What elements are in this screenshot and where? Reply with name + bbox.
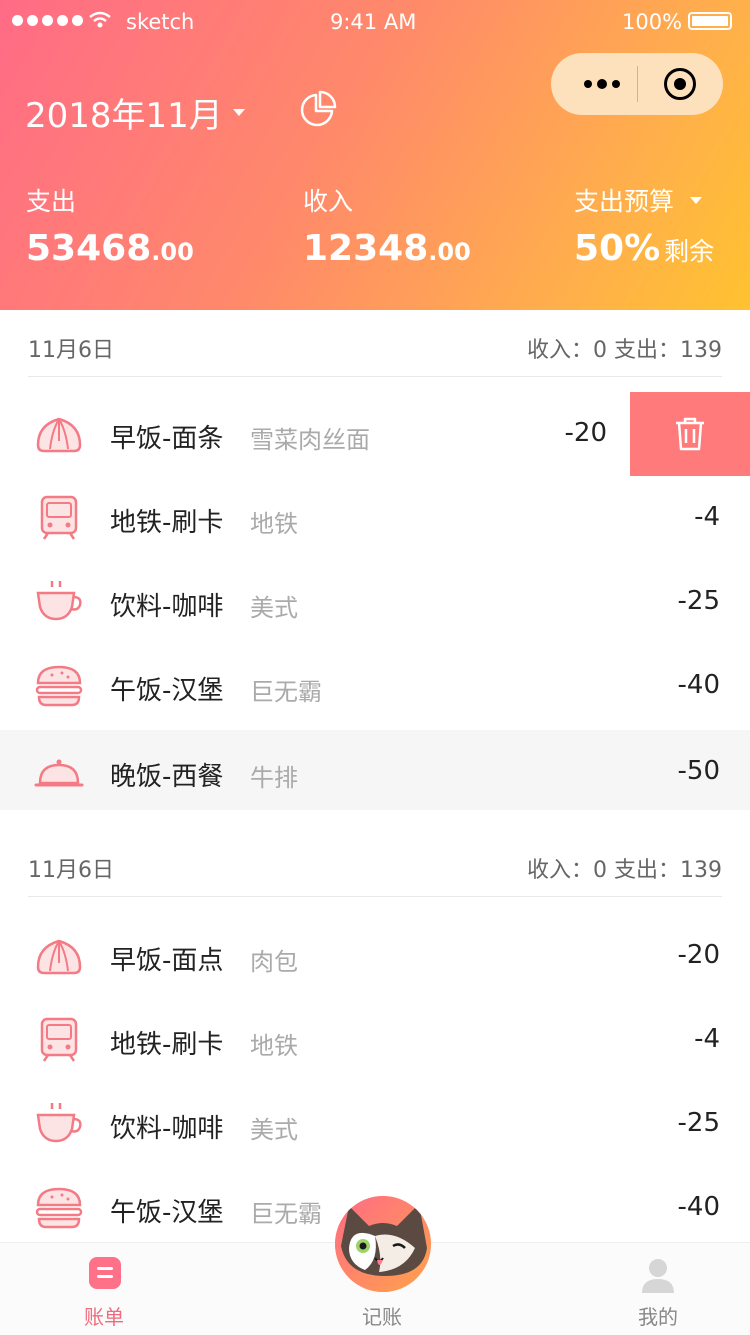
transaction-row[interactable]: 地铁-刷卡 地铁 -4: [0, 476, 750, 560]
transaction-amount: -25: [677, 586, 720, 616]
transaction-amount: -40: [677, 1192, 720, 1222]
transaction-note: 美式: [250, 594, 298, 622]
user-icon: [642, 1259, 674, 1293]
transaction-title: 晚饭-西餐: [110, 762, 224, 792]
transaction-row[interactable]: 饮料-咖啡 美式 -25: [0, 560, 750, 644]
coffee-icon: [36, 581, 82, 621]
more-icon[interactable]: [577, 74, 627, 94]
transaction-row[interactable]: 晚饭-西餐 牛排 -50: [0, 730, 750, 810]
transaction-note: 美式: [250, 1116, 298, 1144]
bun-icon: [36, 417, 82, 453]
tab-label: 记账: [362, 1305, 402, 1329]
bill-icon: [89, 1257, 121, 1289]
chevron-down-icon: [690, 196, 703, 204]
capsule-divider: [637, 66, 638, 102]
delete-button[interactable]: [630, 392, 750, 476]
transaction-title: 地铁-刷卡: [110, 1030, 224, 1060]
burger-icon: [35, 665, 83, 707]
transaction-title: 饮料-咖啡: [110, 1114, 224, 1144]
transaction-note: 雪菜肉丝面: [250, 426, 370, 454]
transaction-note: 牛排: [250, 764, 298, 792]
expense-integer: 53468: [26, 228, 152, 269]
dish-icon: [34, 759, 84, 787]
group-header: 11月6日 收入：0 支出：139: [28, 830, 722, 897]
expense-decimal: .00: [151, 238, 194, 266]
bun-icon: [36, 939, 82, 975]
group-summary: 收入：0 支出：139: [527, 338, 722, 363]
group-date: 11月6日: [28, 338, 114, 363]
tab-me[interactable]: 我的: [598, 1243, 718, 1335]
status-bar: sketch 9:41 AM 100%: [0, 0, 750, 44]
trash-icon: [676, 417, 704, 451]
tab-label: 账单: [84, 1305, 124, 1329]
month-selector[interactable]: 2018年11月: [25, 88, 245, 137]
transaction-row[interactable]: 午饭-汉堡 巨无霸 -40: [0, 644, 750, 728]
transaction-title: 早饭-面点: [110, 946, 224, 976]
carrier-name: sketch: [126, 10, 195, 34]
transaction-title: 早饭-面条: [110, 424, 224, 454]
group-header: 11月6日 收入：0 支出：139: [28, 310, 722, 377]
transaction-amount: -50: [677, 756, 720, 786]
transaction-amount: -40: [677, 670, 720, 700]
coffee-icon: [36, 1103, 82, 1143]
group-date: 11月6日: [28, 858, 114, 883]
budget-remaining-label: 剩余: [664, 237, 715, 266]
budget-value: 50% 剩余: [574, 228, 714, 269]
mini-program-capsule: [551, 53, 723, 115]
transaction-title: 饮料-咖啡: [110, 592, 224, 622]
chevron-down-icon: [232, 109, 245, 116]
income-integer: 12348: [303, 228, 429, 269]
transaction-row[interactable]: 地铁-刷卡 地铁 -4: [0, 998, 750, 1082]
income-total: 12348.00: [303, 228, 471, 269]
battery-icon: [688, 12, 732, 30]
wifi-icon: [89, 11, 111, 28]
pie-chart-icon[interactable]: [299, 90, 337, 128]
status-time: 9:41 AM: [330, 10, 417, 34]
cat-mascot-icon[interactable]: [335, 1196, 431, 1292]
group-summary: 收入：0 支出：139: [527, 858, 722, 883]
header: sketch 9:41 AM 100% 2018年11月 支出 53468.00…: [0, 0, 750, 310]
budget-percent: 50%: [574, 228, 661, 269]
transaction-row[interactable]: 饮料-咖啡 美式 -25: [0, 1082, 750, 1166]
battery-percent: 100%: [622, 10, 683, 34]
month-label: 2018年11月: [25, 96, 223, 136]
income-label: 收入: [303, 187, 354, 216]
close-target-icon[interactable]: [664, 68, 696, 100]
signal-icon: [12, 15, 83, 26]
transaction-amount: -20: [677, 940, 720, 970]
transaction-amount: -4: [694, 502, 720, 532]
budget-selector[interactable]: 支出预算: [574, 182, 703, 218]
transaction-note: 地铁: [250, 1032, 298, 1060]
transaction-note: 巨无霸: [250, 678, 322, 706]
transaction-title: 地铁-刷卡: [110, 508, 224, 538]
transaction-note: 地铁: [250, 510, 298, 538]
transaction-row[interactable]: 早饭-面点 肉包 -20: [0, 914, 750, 998]
transaction-title: 午饭-汉堡: [110, 676, 224, 706]
subway-icon: [40, 1017, 78, 1062]
transaction-title: 午饭-汉堡: [110, 1198, 224, 1228]
subway-icon: [40, 495, 78, 540]
income-decimal: .00: [428, 238, 471, 266]
tab-bill[interactable]: 账单: [44, 1243, 164, 1335]
transaction-amount: -25: [677, 1108, 720, 1138]
transaction-note: 肉包: [250, 948, 298, 976]
expense-label: 支出: [26, 187, 77, 216]
transaction-amount: -4: [694, 1024, 720, 1054]
expense-total: 53468.00: [26, 228, 194, 269]
burger-icon: [35, 1187, 83, 1229]
transaction-note: 巨无霸: [250, 1200, 322, 1228]
tab-label: 我的: [638, 1305, 678, 1329]
transaction-amount: -20: [564, 418, 607, 448]
budget-label: 支出预算: [574, 187, 675, 216]
